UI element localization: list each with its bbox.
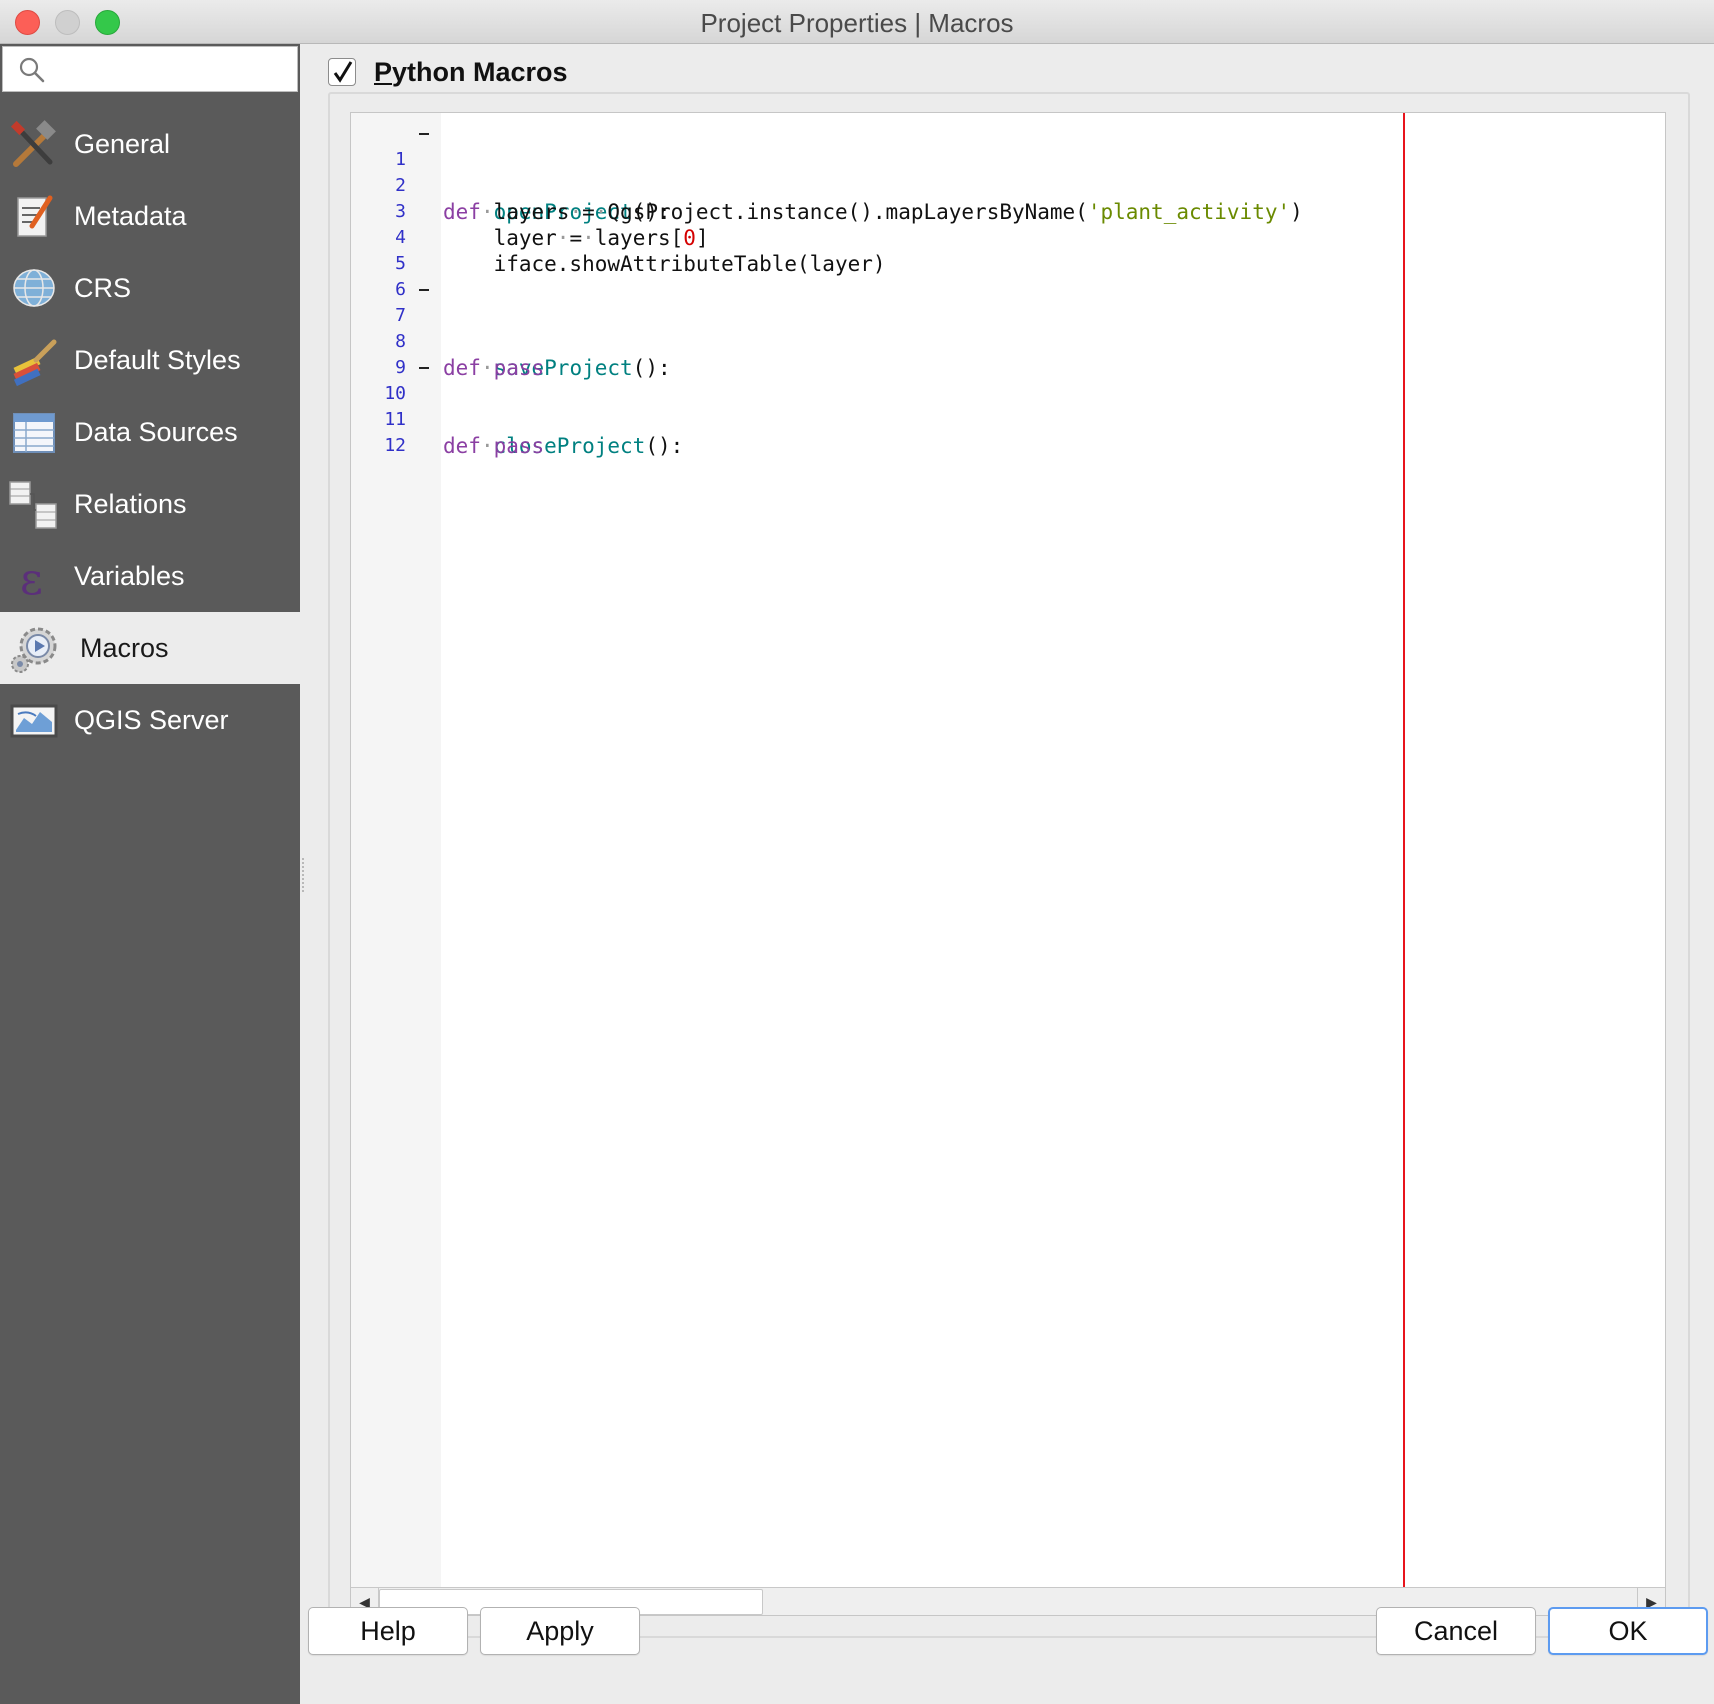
code-line: 4 iface.showAttributeTable(layer) (351, 199, 1665, 276)
hammer-icon (10, 120, 56, 167)
sidebar-item-label: Macros (80, 632, 169, 663)
code-line: 10 def·closeProject(): (351, 355, 1665, 458)
sidebar-item-macros[interactable]: Macros (0, 612, 300, 684)
code-line: 1 def·openProject(): (351, 121, 1665, 224)
fold-marker-icon[interactable] (419, 289, 429, 291)
paintbrush-icon (13, 339, 57, 386)
sidebar-item-variables[interactable]: ε Variables (0, 540, 300, 612)
sidebar-nav: General Metadata CRS Default Styles Data… (0, 108, 300, 756)
code-line: 7 def·saveProject(): (351, 277, 1665, 380)
title-bar: Project Properties | Macros (0, 0, 1714, 44)
python-macros-title: Python Macros (374, 57, 568, 88)
code-line: 11 pass (351, 381, 1665, 458)
sidebar: General Metadata CRS Default Styles Data… (0, 44, 300, 1704)
sidebar-item-metadata[interactable]: Metadata (0, 180, 300, 252)
code-lines: 1 def·openProject(): 2 layers·=·QgsProje… (351, 121, 1665, 458)
code-line: 5 (351, 225, 1665, 274)
table-icon (13, 413, 55, 453)
sidebar-item-label: Variables (74, 560, 185, 591)
python-macros-checkbox[interactable] (328, 58, 356, 86)
window-title: Project Properties | Macros (700, 8, 1014, 38)
fold-marker-icon[interactable] (419, 367, 429, 369)
python-macros-group-header: Python Macros (328, 54, 568, 90)
sidebar-item-default-styles[interactable]: Default Styles (0, 324, 300, 396)
globe-icon (13, 269, 55, 307)
sidebar-item-label: CRS (74, 272, 132, 303)
code-line: 3 layer·=·layers[0] (351, 173, 1665, 250)
sidebar-item-label: QGIS Server (74, 704, 229, 735)
epsilon-icon: ε (20, 554, 43, 602)
map-server-icon (10, 704, 58, 738)
sidebar-item-label: General (74, 128, 171, 159)
relations-icon (9, 481, 57, 529)
mnemonic-letter: P (374, 56, 393, 87)
sidebar-item-general[interactable]: General (0, 108, 300, 180)
apply-button[interactable]: Apply (480, 1607, 640, 1655)
sidebar-item-label: Metadata (74, 200, 187, 231)
sidebar-item-data-sources[interactable]: Data Sources (0, 396, 300, 468)
sidebar-item-relations[interactable]: Relations (0, 468, 300, 540)
code-line: 2 layers·=·QgsProject.instance().mapLaye… (351, 147, 1665, 224)
document-pen-icon (17, 195, 53, 237)
code-line: 8 pass (351, 303, 1665, 380)
sidebar-item-qgis-server[interactable]: QGIS Server (0, 684, 300, 756)
group-title-text: ython Macros (392, 56, 568, 87)
search-icon (19, 57, 45, 83)
sidebar-item-label: Default Styles (74, 344, 241, 375)
line-number: 12 (384, 435, 406, 456)
fold-marker-icon[interactable] (419, 133, 429, 135)
checkmark-icon (333, 61, 353, 83)
project-properties-window: Project Properties | Macros General Meta… (0, 0, 1714, 1704)
code-line: 12 (351, 407, 1665, 456)
code-line: 6 (351, 251, 1665, 300)
macros-panel: Python Macros 1 def·openProject(): 2 lay… (300, 44, 1714, 1704)
help-button[interactable]: Help (308, 1607, 468, 1655)
cancel-button[interactable]: Cancel (1376, 1607, 1536, 1655)
ok-button[interactable]: OK (1548, 1607, 1708, 1655)
code-editor[interactable]: 1 def·openProject(): 2 layers·=·QgsProje… (350, 112, 1666, 1616)
search-input[interactable] (2, 46, 298, 92)
gear-play-icon (11, 627, 57, 673)
sidebar-item-crs[interactable]: CRS (0, 252, 300, 324)
sidebar-item-label: Relations (74, 488, 187, 519)
sidebar-item-label: Data Sources (74, 416, 238, 447)
svg-text:ε: ε (20, 554, 43, 602)
code-line: 9 (351, 329, 1665, 378)
